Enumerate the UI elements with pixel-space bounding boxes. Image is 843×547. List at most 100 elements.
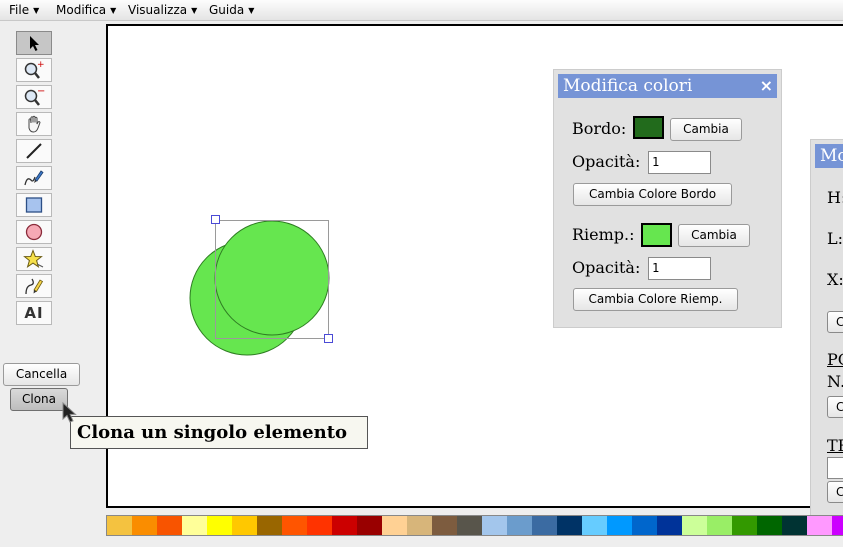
- resize-handle-bottom-right[interactable]: [324, 334, 333, 343]
- palette-swatch-24[interactable]: [682, 516, 707, 535]
- menu-bar: File ▼ Modifica ▼ Visualizza ▼ Guida ▼: [0, 0, 843, 21]
- zoom-out-tool-button[interactable]: −: [16, 85, 52, 109]
- chevron-down-icon: ▼: [110, 6, 117, 15]
- change-fill-color-button[interactable]: Cambia Colore Riemp.: [573, 288, 738, 311]
- palette-swatch-12[interactable]: [382, 516, 407, 535]
- palette-swatch-13[interactable]: [407, 516, 432, 535]
- palette-swatch-6[interactable]: [232, 516, 257, 535]
- second-dialog-title-bar[interactable]: Mo: [815, 144, 843, 168]
- dialog-title: Modifica colori: [563, 76, 693, 96]
- menu-visualizza-label: Visualizza: [128, 3, 188, 17]
- palette-swatch-19[interactable]: [557, 516, 582, 535]
- circle-tool-button[interactable]: [16, 220, 52, 244]
- height-label: H:: [827, 188, 843, 207]
- chevron-down-icon: ▼: [248, 6, 255, 15]
- palette-swatch-27[interactable]: [757, 516, 782, 535]
- menu-file[interactable]: File ▼: [9, 3, 39, 17]
- palette-swatch-23[interactable]: [657, 516, 682, 535]
- second-dialog-button-1[interactable]: C: [827, 311, 843, 333]
- second-dialog-input[interactable]: [827, 457, 843, 479]
- palette-swatch-29[interactable]: [807, 516, 832, 535]
- zoom-in-tool-icon: +: [24, 60, 45, 79]
- palette-swatch-5[interactable]: [207, 516, 232, 535]
- pen-tool-button[interactable]: [16, 166, 52, 190]
- palette-swatch-7[interactable]: [257, 516, 282, 535]
- second-dialog-button-3[interactable]: C: [827, 481, 843, 503]
- palette-swatch-10[interactable]: [332, 516, 357, 535]
- svg-text:+: +: [37, 60, 45, 70]
- second-edit-dialog: Mo H: L: X: C PO N. C TR C: [810, 139, 843, 524]
- svg-text:−: −: [37, 87, 45, 97]
- star-shape-tool-icon: [23, 249, 44, 268]
- menu-guida[interactable]: Guida ▼: [209, 3, 254, 17]
- text-tool-button[interactable]: AI: [16, 301, 52, 325]
- fill-label: Riemp.:: [572, 225, 635, 244]
- chevron-down-icon: ▼: [33, 6, 40, 15]
- stroke-opacity-field[interactable]: 1: [648, 151, 711, 174]
- menu-modifica[interactable]: Modifica ▼: [56, 3, 116, 17]
- fill-color-swatch: [641, 223, 672, 247]
- close-icon[interactable]: ×: [760, 74, 773, 98]
- palette-swatch-17[interactable]: [507, 516, 532, 535]
- palette-swatch-30[interactable]: [832, 516, 843, 535]
- second-dialog-button-2[interactable]: C: [827, 396, 843, 418]
- palette-swatch-1[interactable]: [107, 516, 132, 535]
- palette-swatch-4[interactable]: [182, 516, 207, 535]
- x-label: X:: [827, 270, 843, 289]
- palette-swatch-21[interactable]: [607, 516, 632, 535]
- dialog-title-bar[interactable]: Modifica colori ×: [558, 74, 777, 98]
- line-tool-button[interactable]: [16, 139, 52, 163]
- change-stroke-button[interactable]: Cambia: [670, 118, 742, 141]
- change-stroke-color-button[interactable]: Cambia Colore Bordo: [573, 183, 732, 206]
- palette-swatch-3[interactable]: [157, 516, 182, 535]
- color-edit-dialog: Modifica colori × Bordo: Cambia Opacità:…: [553, 69, 782, 328]
- zoom-in-tool-button[interactable]: +: [16, 58, 52, 82]
- rectangle-tool-button[interactable]: [16, 193, 52, 217]
- cancel-button[interactable]: Cancella: [3, 363, 80, 386]
- palette-swatch-2[interactable]: [132, 516, 157, 535]
- resize-handle-top-left[interactable]: [211, 215, 220, 224]
- chevron-down-icon: ▼: [191, 6, 198, 15]
- stroke-label: Bordo:: [572, 119, 627, 138]
- rectangle-tool-icon: [25, 197, 43, 213]
- menu-visualizza[interactable]: Visualizza ▼: [128, 3, 197, 17]
- fill-opacity-field[interactable]: 1: [648, 257, 711, 280]
- path-tool-button[interactable]: [16, 274, 52, 298]
- mouse-cursor-icon: [62, 402, 77, 423]
- menu-file-label: File: [9, 3, 30, 17]
- palette-swatch-14[interactable]: [432, 516, 457, 535]
- palette-swatch-25[interactable]: [707, 516, 732, 535]
- section-tr-label: TR: [827, 436, 843, 455]
- path-edit-tool-icon: [25, 278, 44, 295]
- palette-swatch-20[interactable]: [582, 516, 607, 535]
- menu-modifica-label: Modifica: [56, 3, 107, 17]
- section-po-label: PO: [827, 350, 843, 369]
- palette-swatch-28[interactable]: [782, 516, 807, 535]
- star-tool-button[interactable]: [16, 247, 52, 271]
- palette-swatch-22[interactable]: [632, 516, 657, 535]
- second-dialog-title: Mo: [820, 146, 843, 166]
- palette-swatch-8[interactable]: [282, 516, 307, 535]
- palette-swatch-16[interactable]: [482, 516, 507, 535]
- fill-opacity-label: Opacità:: [572, 258, 641, 277]
- circle-tool-icon: [25, 223, 43, 241]
- pen-tool-icon: [24, 170, 44, 186]
- pan-hand-tool-icon: [28, 115, 41, 133]
- stroke-color-swatch: [633, 116, 664, 139]
- menu-guida-label: Guida: [209, 3, 245, 17]
- palette-swatch-9[interactable]: [307, 516, 332, 535]
- select-tool-button[interactable]: [16, 31, 52, 55]
- stroke-opacity-label: Opacità:: [572, 152, 641, 171]
- palette-swatch-11[interactable]: [357, 516, 382, 535]
- pan-tool-button[interactable]: [16, 112, 52, 136]
- palette-swatch-18[interactable]: [532, 516, 557, 535]
- zoom-out-tool-icon: −: [24, 87, 45, 106]
- text-tool-icon: AI: [24, 304, 44, 322]
- clone-button[interactable]: Clona: [10, 388, 68, 411]
- circle-shape-front[interactable]: [214, 220, 330, 336]
- palette-swatch-15[interactable]: [457, 516, 482, 535]
- palette-swatch-26[interactable]: [732, 516, 757, 535]
- change-fill-button[interactable]: Cambia: [678, 224, 750, 247]
- section-n-label: N.: [827, 372, 843, 391]
- line-tool-icon: [26, 143, 42, 159]
